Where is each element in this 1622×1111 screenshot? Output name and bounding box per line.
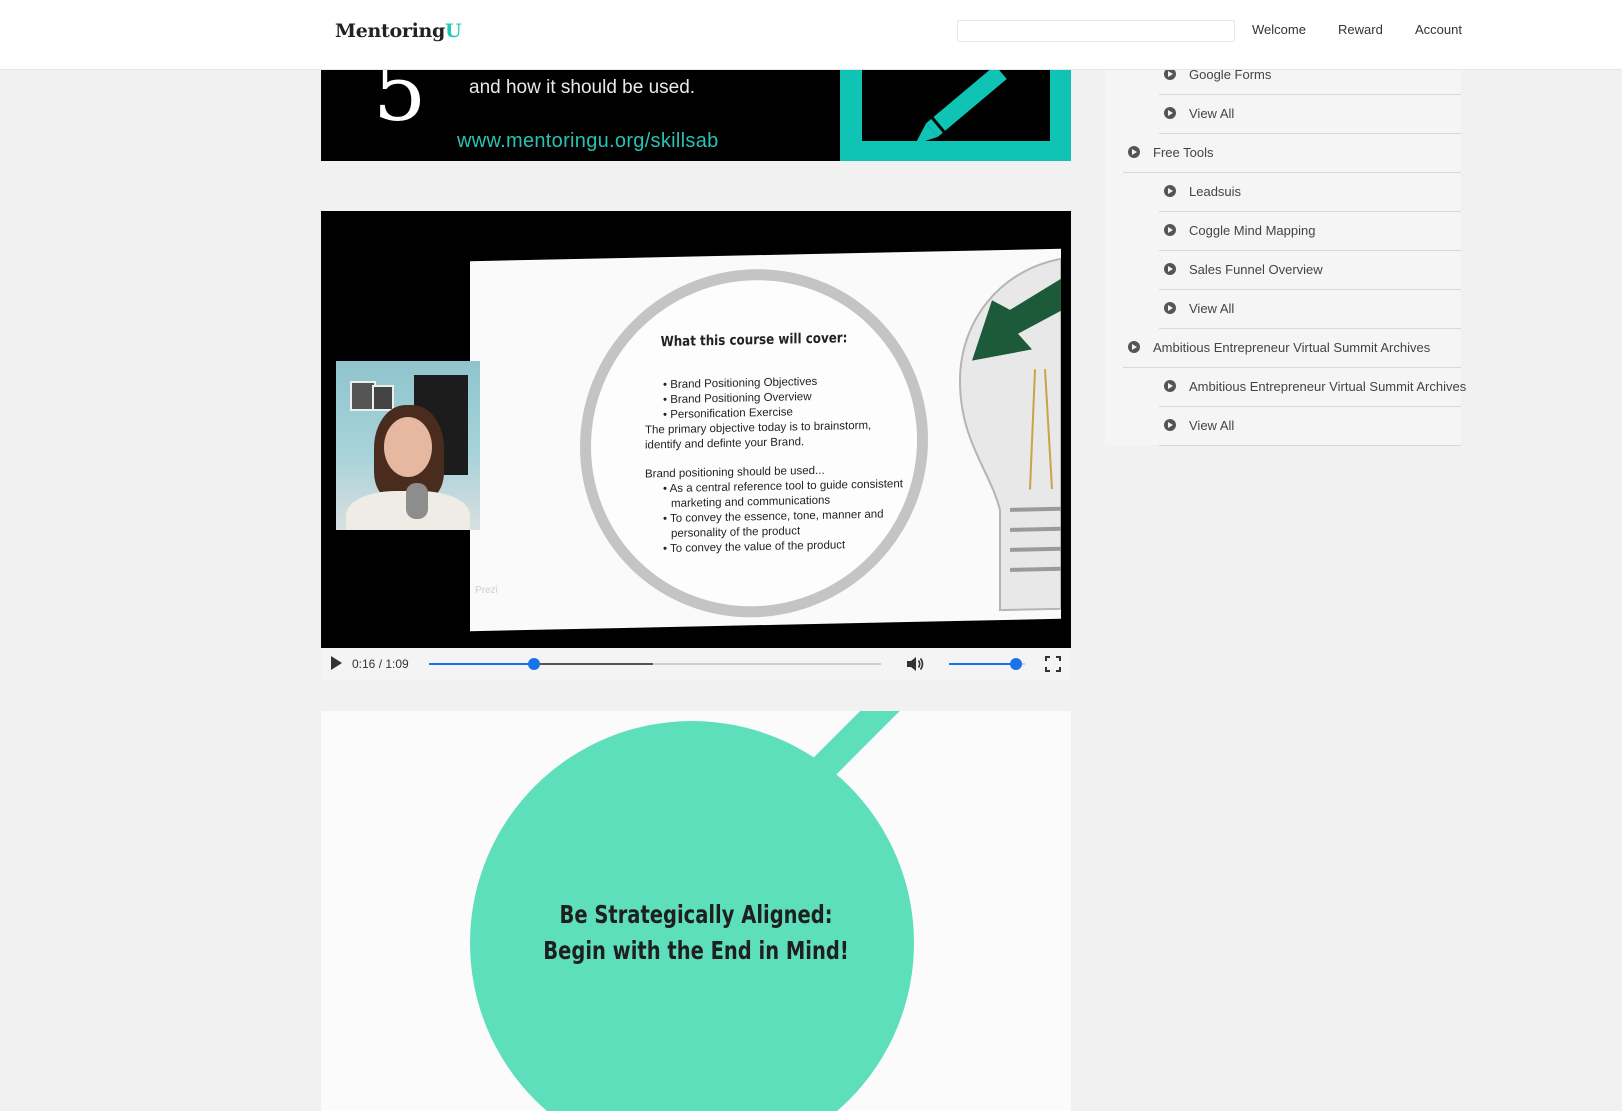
seek-bar[interactable] (429, 658, 881, 670)
slide-body: • Brand Positioning Objectives • Brand P… (645, 373, 905, 557)
sidebar-item-label: Free Tools (1153, 145, 1214, 160)
sidebar-item-label: Leadsuis (1189, 184, 1242, 199)
search-input[interactable] (957, 20, 1235, 42)
chevron-circle-right-icon (1164, 185, 1176, 197)
chevron-circle-right-icon (1164, 107, 1176, 119)
video-player[interactable]: What this course will cover: • Brand Pos… (321, 211, 1071, 680)
chevron-circle-right-icon (1164, 224, 1176, 236)
slide-title: What this course will cover: (660, 330, 848, 351)
sidebar-item[interactable]: View All (1159, 407, 1461, 446)
sidebar-item-label: View All (1189, 418, 1235, 433)
volume-icon[interactable] (905, 654, 925, 674)
slide-heading-line1: Be Strategically Aligned: (559, 900, 833, 929)
sidebar-item-label: View All (1189, 301, 1235, 316)
chevron-circle-right-icon (1164, 263, 1176, 275)
sidebar-item[interactable]: View All (1159, 95, 1461, 134)
logo-text: Mentoring (335, 20, 446, 42)
slide-ring: What this course will cover: • Brand Pos… (580, 265, 928, 621)
nav-reward[interactable]: Reward (1338, 22, 1383, 37)
video-controls: 0:16 / 1:09 (321, 648, 1071, 680)
site-logo[interactable]: MentoringU (335, 20, 462, 42)
top-navigation-bar: MentoringU Welcome Reward Account (0, 0, 1622, 69)
volume-level (949, 663, 1016, 665)
chevron-circle-right-icon (1128, 146, 1140, 158)
sidebar-item-label: Coggle Mind Mapping (1189, 223, 1316, 238)
presenter-webcam-overlay (336, 361, 480, 530)
logo-accent: U (445, 20, 462, 42)
video-time: 0:16 / 1:09 (352, 657, 409, 671)
sidebar-item[interactable]: Coggle Mind Mapping (1159, 212, 1461, 251)
banner-teal-block (840, 55, 1071, 161)
seek-played (429, 663, 534, 665)
video-slide: What this course will cover: • Brand Pos… (470, 248, 1061, 632)
chevron-circle-right-icon (1128, 341, 1140, 353)
chevron-circle-right-icon (1164, 68, 1176, 80)
chevron-circle-right-icon (1164, 302, 1176, 314)
nav-welcome[interactable]: Welcome (1252, 22, 1306, 37)
sidebar-item[interactable]: Ambitious Entrepreneur Virtual Summit Ar… (1123, 329, 1461, 368)
sidebar-item-label: Google Forms (1189, 67, 1272, 82)
banner-text: and how it should be used. (469, 77, 696, 98)
sidebar-item[interactable]: Ambitious Entrepreneur Virtual Summit Ar… (1159, 368, 1466, 407)
volume-slider[interactable] (949, 658, 1025, 670)
sidebar-item[interactable]: Sales Funnel Overview (1159, 251, 1461, 290)
lightbulb-image (958, 257, 1061, 612)
slide-heading-line2: Begin with the End in Mind! (543, 936, 849, 965)
volume-handle[interactable] (1009, 658, 1022, 670)
fullscreen-icon[interactable] (1045, 656, 1061, 672)
sidebar-item[interactable]: Leadsuis (1159, 173, 1461, 212)
sidebar-item-label: Sales Funnel Overview (1189, 262, 1323, 277)
chevron-circle-right-icon (1164, 380, 1176, 392)
slide-heading: Be Strategically Aligned: Begin with the… (404, 897, 989, 969)
sidebar-item-label: View All (1189, 106, 1235, 121)
seek-handle[interactable] (527, 658, 540, 670)
sidebar-item-label: Ambitious Entrepreneur Virtual Summit Ar… (1189, 379, 1467, 394)
strategy-slide-image: Be Strategically Aligned: Begin with the… (321, 711, 1071, 1111)
banner-url: www.mentoringu.org/skillsab (457, 130, 719, 152)
sidebar-item-label: Ambitious Entrepreneur Virtual Summit Ar… (1153, 340, 1431, 355)
play-icon[interactable] (331, 656, 342, 670)
sidebar-item[interactable]: View All (1159, 290, 1461, 329)
sidebar-item[interactable]: Free Tools (1123, 134, 1461, 173)
nav-account[interactable]: Account (1415, 22, 1462, 37)
course-banner-image: 5 and how it should be used. www.mentori… (321, 55, 1071, 161)
chevron-circle-right-icon (1164, 419, 1176, 431)
prezi-watermark: Prezi (475, 584, 498, 597)
